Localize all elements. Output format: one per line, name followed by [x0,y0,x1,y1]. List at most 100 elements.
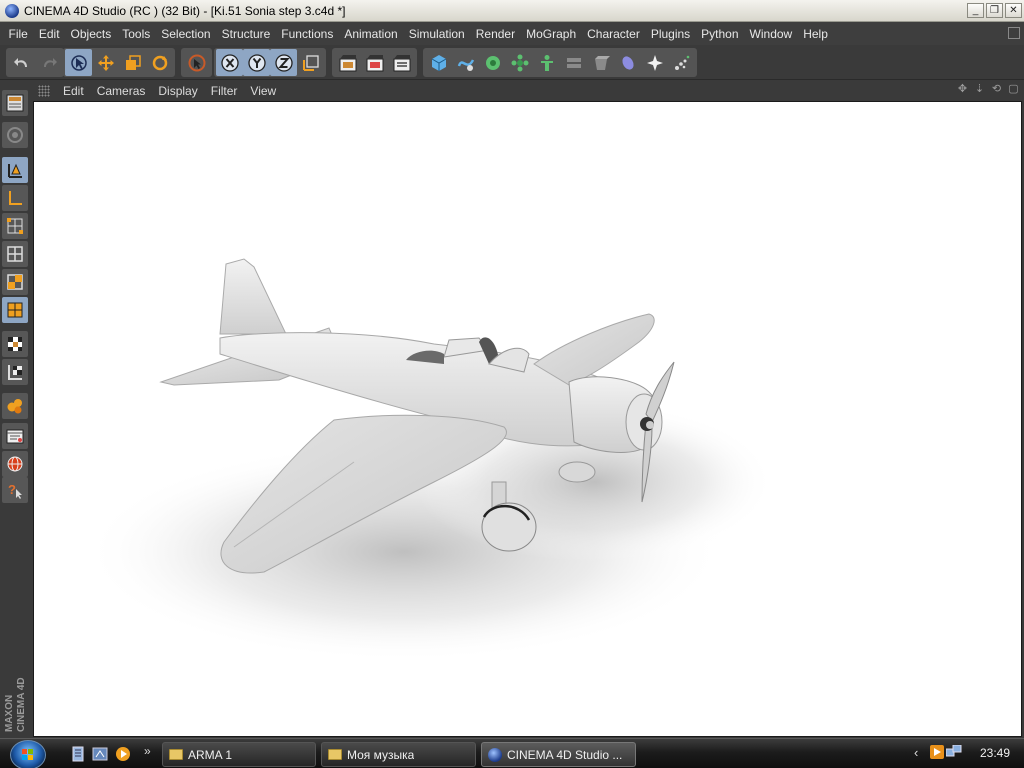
y-axis-button[interactable] [243,49,270,76]
array-icon [511,54,528,71]
light-icon [646,54,663,71]
viewport-menu-cameras[interactable]: Cameras [90,84,152,98]
globe-button[interactable] [2,451,28,477]
timeline-button[interactable] [2,423,28,449]
redo-button[interactable] [35,49,62,76]
edges-mode-button[interactable] [2,241,28,267]
menu-selection[interactable]: Selection [156,27,216,41]
undo-button[interactable] [8,49,35,76]
polygons-mode-button[interactable] [2,269,28,295]
sculpt-button[interactable] [2,393,28,419]
move-view-icon[interactable]: ✥ [956,83,969,96]
taskbar-button-arma[interactable]: ARMA 1 [162,742,316,767]
uv-mode-icon [7,302,23,318]
menu-objects[interactable]: Objects [65,27,117,41]
menu-window[interactable]: Window [744,27,798,41]
taskbar-clock[interactable]: 23:49 [980,746,1010,760]
menu-structure[interactable]: Structure [216,27,276,41]
taskbar-button-cinema4d[interactable]: CINEMA 4D Studio ... [481,742,636,767]
model-mode-button[interactable] [2,157,28,183]
show-desktop-icon[interactable] [70,746,86,762]
workplane-button[interactable] [2,359,28,385]
camera-button[interactable] [614,49,641,76]
z-axis-button[interactable] [270,49,297,76]
light-button[interactable] [641,49,668,76]
tray-collapse-icon[interactable]: ‹ [914,745,918,760]
viewport-layout-button[interactable] [2,90,28,116]
render-view-button[interactable] [334,49,361,76]
nurbs-button[interactable] [479,49,506,76]
render-picture-viewer-icon [366,54,383,71]
maximize-view-icon[interactable]: ▢ [1007,83,1020,96]
menu-tools[interactable]: Tools [117,27,156,41]
restore-button[interactable]: ❐ [986,3,1003,18]
live-selection-button[interactable] [183,49,210,76]
folder-icon [169,749,183,760]
viewport-menu-view[interactable]: View [243,84,282,98]
menu-edit[interactable]: Edit [33,27,65,41]
x-axis-icon [220,53,239,72]
checkerboard-button[interactable] [2,331,28,357]
menu-file[interactable]: File [3,27,33,41]
cinema4d-app-icon[interactable] [5,3,19,18]
scene-button[interactable] [587,49,614,76]
array-button[interactable] [506,49,533,76]
menu-python[interactable]: Python [696,27,744,41]
spline-pen-icon [457,58,474,71]
minimize-button[interactable]: _ [967,3,984,18]
perspective-viewport[interactable] [33,101,1022,737]
quick-launch-more[interactable]: » [144,744,151,758]
menu-animation[interactable]: Animation [339,27,403,41]
zoom-view-icon[interactable]: ⇣ [973,83,986,96]
undo-icon [13,57,27,67]
live-selection-group [181,48,212,77]
viewport-menu-filter[interactable]: Filter [204,84,244,98]
object-axis-icon [9,191,22,205]
deformer-button[interactable] [560,49,587,76]
texture-mode-button[interactable] [2,122,28,148]
live-selection-icon [188,54,205,71]
points-mode-icon [7,218,23,234]
render-picture-viewer-button[interactable] [361,49,388,76]
coordinate-system-button[interactable] [297,49,324,76]
menu-functions[interactable]: Functions [276,27,339,41]
menu-render[interactable]: Render [470,27,520,41]
uv-mode-button[interactable] [2,297,28,323]
menu-mograph[interactable]: MoGraph [521,27,582,41]
spline-pen-button[interactable] [452,49,479,76]
undo-redo-group [6,48,64,77]
media-library-icon[interactable] [92,746,108,762]
x-axis-button[interactable] [216,49,243,76]
tray-player-icon[interactable] [930,745,944,759]
move-tool-button[interactable] [92,49,119,76]
tray-network-icon[interactable] [946,745,962,759]
character-button[interactable] [533,49,560,76]
render-settings-button[interactable] [388,49,415,76]
menu-plugins[interactable]: Plugins [645,27,695,41]
layout-corner-icon[interactable] [1008,27,1020,39]
menu-help[interactable]: Help [798,27,834,41]
start-button[interactable] [10,740,46,768]
object-axis-button[interactable] [2,185,28,211]
title-bar[interactable]: CINEMA 4D Studio (RC ) (32 Bit) - [Ki.51… [0,0,1024,22]
select-tool-button[interactable] [65,49,92,76]
media-player-icon[interactable] [115,746,131,762]
menu-character[interactable]: Character [582,27,646,41]
taskbar-button-my-music[interactable]: Моя музыка [321,742,476,767]
particle-button[interactable] [668,49,695,76]
help-button[interactable]: ? [2,477,28,503]
rotate-tool-button[interactable] [146,49,173,76]
viewport-grip-handle[interactable] [38,84,50,97]
viewport-menu-edit[interactable]: Edit [56,84,90,98]
rotate-view-icon[interactable]: ⟲ [990,83,1003,96]
cube-button[interactable] [425,49,452,76]
checkerboard-icon [8,337,22,351]
points-mode-button[interactable] [2,213,28,239]
close-button[interactable]: ✕ [1005,3,1022,18]
brand-cinema4d: CINEMA 4D [16,677,27,732]
menu-simulation[interactable]: Simulation [403,27,470,41]
z-axis-icon [274,53,293,72]
scale-tool-button[interactable] [119,49,146,76]
character-icon [540,54,553,71]
viewport-menu-display[interactable]: Display [151,84,203,98]
